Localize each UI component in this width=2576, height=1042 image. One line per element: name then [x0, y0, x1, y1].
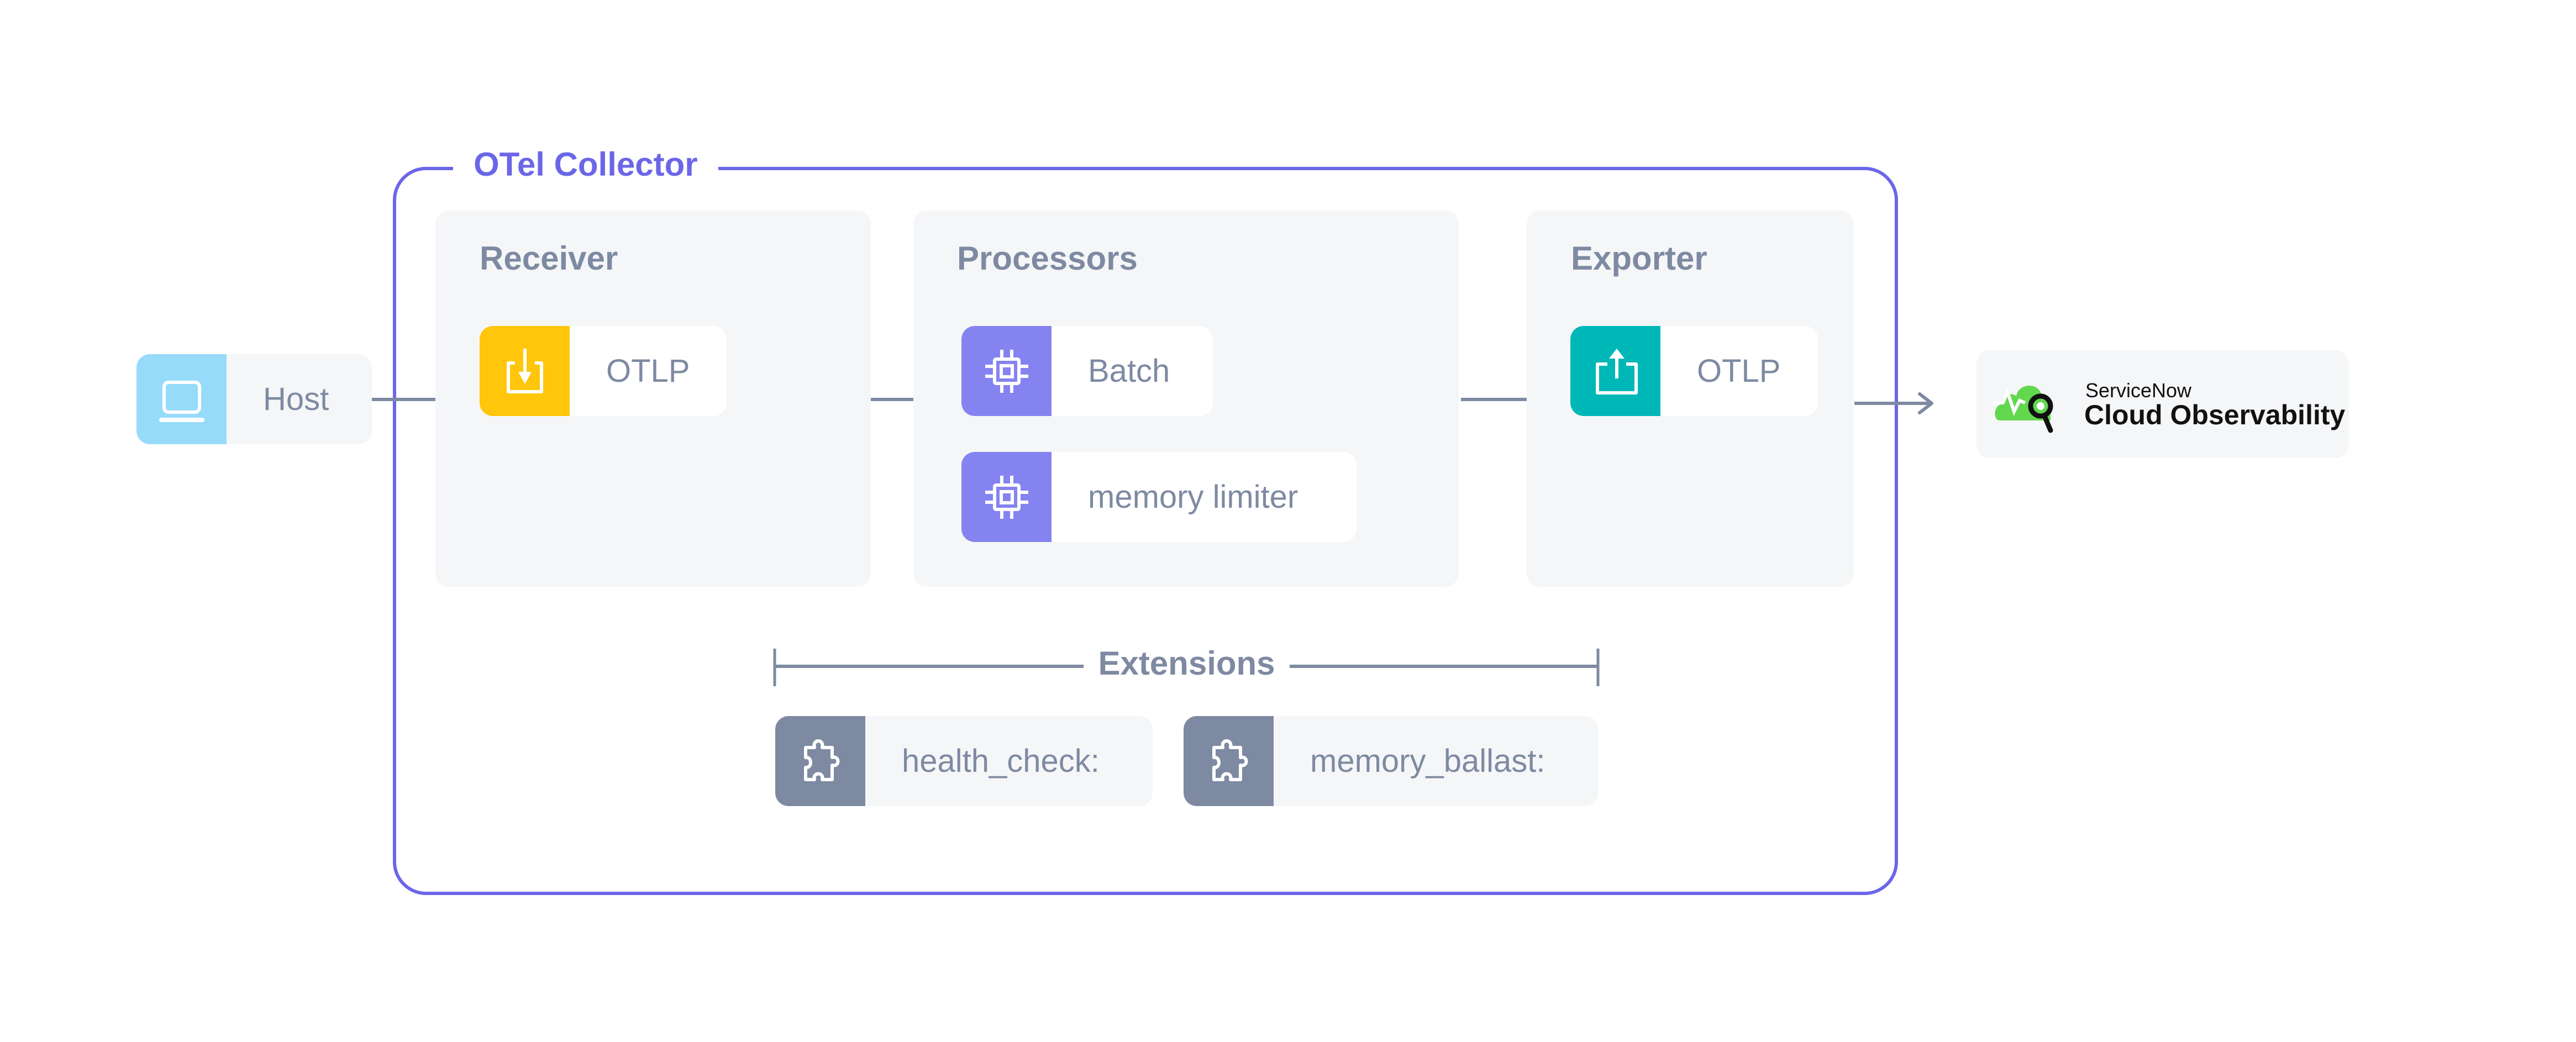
processor-memory-limiter-chip[interactable]: memory limiter [961, 452, 1357, 542]
processors-title: Processors [957, 240, 1138, 277]
receiver-otlp-label: OTLP [606, 353, 690, 389]
exporter-otlp-label: OTLP [1697, 353, 1781, 389]
product-line: Cloud Observability [2084, 399, 2346, 430]
otel-collector-title: OTel Collector [453, 143, 718, 187]
arrow-exporter-to-destination [1854, 392, 1933, 414]
cpu-chip-icon [961, 326, 1052, 416]
cloud-magnifier-logo-icon [1993, 385, 2053, 433]
servicenow-cloud-observability-destination[interactable]: ServiceNow Cloud Observability [1976, 350, 2349, 458]
receiver-title: Receiver [480, 240, 618, 277]
cpu-chip-icon [961, 452, 1052, 542]
host-label: Host [263, 381, 329, 417]
exporter-title: Exporter [1571, 240, 1707, 277]
laptop-icon [136, 354, 227, 444]
extension-health-check-label: health_check: [902, 743, 1100, 779]
processor-batch-label: Batch [1088, 353, 1170, 389]
exporter-otlp-chip[interactable]: OTLP [1570, 326, 1818, 416]
download-icon [480, 326, 570, 416]
host-node[interactable]: Host [136, 354, 372, 444]
extension-health-check-chip[interactable]: health_check: [775, 716, 1153, 806]
extension-memory-ballast-chip[interactable]: memory_ballast: [1184, 716, 1599, 806]
puzzle-piece-icon [775, 716, 865, 806]
puzzle-piece-icon [1184, 716, 1274, 806]
processor-batch-chip[interactable]: Batch [961, 326, 1213, 416]
upload-share-icon [1570, 326, 1660, 416]
extension-memory-ballast-label: memory_ballast: [1310, 743, 1545, 779]
extensions-title-wrap: Extensions [774, 644, 1600, 682]
receiver-otlp-chip[interactable]: OTLP [480, 326, 727, 416]
extensions-title: Extensions [1084, 644, 1290, 682]
processor-memory-limiter-label: memory limiter [1088, 479, 1298, 515]
